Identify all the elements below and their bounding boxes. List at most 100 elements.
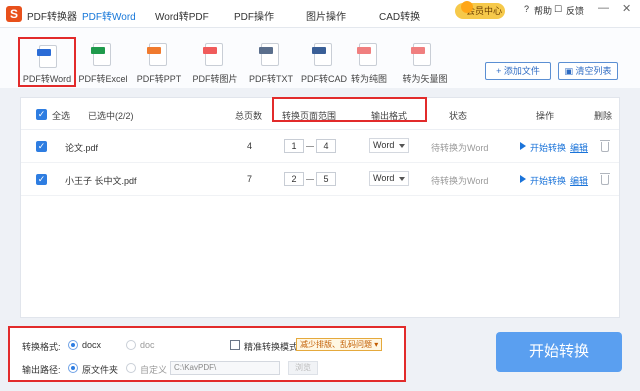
- trash-icon[interactable]: [600, 173, 610, 185]
- minimize-button[interactable]: —: [598, 2, 609, 14]
- app-logo-icon: S: [6, 6, 22, 22]
- row-checkbox[interactable]: ✓: [36, 141, 47, 152]
- pure-image-icon: [357, 43, 377, 66]
- status-text: 待转换为Word: [431, 143, 489, 153]
- options-panel: 转换格式: docx doc 精准转换模式 减少排版、乱码问题 ▾ 输出路径: …: [8, 326, 406, 382]
- precise-mode-label: 精准转换模式: [244, 342, 299, 352]
- feedback-icon[interactable]: ☐: [554, 4, 562, 15]
- source-folder-label: 原文件夹: [82, 365, 119, 375]
- tool-label: PDF转Word: [22, 74, 72, 84]
- tool-label: 转为矢量图: [402, 74, 448, 84]
- range-dash: [306, 179, 314, 180]
- tool-label: 转为纯图: [350, 74, 387, 84]
- page-count: 4: [247, 141, 253, 151]
- docx-radio[interactable]: [68, 340, 78, 350]
- doc-radio[interactable]: [126, 340, 136, 350]
- tool-label: PDF转PPT: [136, 74, 182, 84]
- help-link[interactable]: 帮助: [534, 4, 552, 17]
- start-convert-link[interactable]: 开始转换: [530, 174, 566, 187]
- file-name: 论文.pdf: [65, 143, 99, 153]
- table-header: ✓ 全选 已选中(2/2) 总页数 转换页面范围 输出格式 状态 操作 删除: [21, 98, 619, 130]
- source-folder-radio[interactable]: [68, 363, 78, 373]
- image-file-icon: [203, 43, 223, 66]
- select-all-checkbox[interactable]: ✓: [36, 109, 47, 120]
- col-status: 状态: [449, 111, 468, 121]
- output-path-label: 输出路径:: [22, 365, 61, 375]
- status-text: 待转换为Word: [431, 176, 489, 186]
- col-delete: 删除: [594, 111, 613, 121]
- range-to-input[interactable]: 5: [316, 172, 336, 186]
- tool-to-pure-image[interactable]: 转为纯图: [340, 37, 398, 87]
- range-from-input[interactable]: 2: [284, 172, 304, 186]
- chevron-down-icon: [399, 177, 405, 181]
- cad-file-icon: [312, 43, 332, 66]
- col-action: 操作: [536, 111, 555, 121]
- docx-label: docx: [82, 340, 102, 350]
- chevron-down-icon: [399, 144, 405, 148]
- format-label: 转换格式:: [22, 342, 61, 352]
- help-icon[interactable]: ?: [524, 4, 529, 14]
- output-format-select[interactable]: Word: [369, 171, 409, 186]
- range-to-input[interactable]: 4: [316, 139, 336, 153]
- tool-pdf-to-word[interactable]: PDF转Word: [18, 37, 76, 87]
- crown-icon: [461, 1, 473, 13]
- precise-mode-hint[interactable]: 减少排版、乱码问题 ▾: [296, 338, 383, 351]
- clear-list-label: 清空列表: [575, 66, 612, 76]
- precise-hint-text: 减少排版、乱码问题: [300, 340, 372, 349]
- table-row: ✓ 小王子 长中文.pdf 7 2 5 Word 待转换为Word 开始转换 编…: [21, 163, 619, 196]
- output-format-value: Word: [373, 140, 395, 150]
- output-path-input[interactable]: C:\KavPDF\: [170, 361, 280, 375]
- tab-pdf-operations[interactable]: PDF操作: [234, 8, 274, 23]
- clear-list-button[interactable]: ▣ 清空列表: [558, 62, 618, 80]
- custom-path-label: 自定义: [140, 365, 168, 375]
- browse-button[interactable]: 浏览: [288, 361, 318, 375]
- tool-label: PDF转TXT: [249, 74, 293, 84]
- select-all-label: 全选: [52, 111, 71, 121]
- range-dash: [306, 146, 314, 147]
- col-range: 转换页面范围: [282, 111, 337, 121]
- tool-label: PDF转图片: [192, 74, 238, 84]
- file-list-panel: ✓ 全选 已选中(2/2) 总页数 转换页面范围 输出格式 状态 操作 删除 ✓…: [20, 97, 620, 318]
- play-icon[interactable]: [520, 175, 526, 183]
- trash-icon: ▣: [564, 66, 576, 76]
- table-row: ✓ 论文.pdf 4 1 4 Word 待转换为Word 开始转换 编辑: [21, 130, 619, 163]
- custom-path-radio[interactable]: [126, 363, 136, 373]
- feedback-link[interactable]: 反馈: [566, 4, 584, 17]
- play-icon[interactable]: [520, 142, 526, 150]
- tool-pdf-to-image[interactable]: PDF转图片: [186, 37, 244, 87]
- col-pages: 总页数: [235, 111, 263, 121]
- tab-word-to-pdf[interactable]: Word转PDF: [155, 8, 209, 23]
- output-format-select[interactable]: Word: [369, 138, 409, 153]
- tab-pdf-to-word[interactable]: PDF转Word: [82, 8, 136, 30]
- doc-label: doc: [140, 340, 155, 350]
- file-name: 小王子 长中文.pdf: [65, 176, 137, 186]
- title-bar: S PDF转换器 PDF转Word Word转PDF PDF操作 图片操作 CA…: [0, 0, 640, 30]
- edit-link[interactable]: 编辑: [570, 141, 588, 154]
- tool-pdf-to-txt[interactable]: PDF转TXT: [242, 37, 300, 87]
- txt-file-icon: [259, 43, 279, 66]
- col-format: 输出格式: [371, 111, 408, 121]
- edit-link[interactable]: 编辑: [570, 174, 588, 187]
- tool-to-vector-image[interactable]: 转为矢量图: [394, 37, 456, 87]
- tab-cad-convert[interactable]: CAD转换: [379, 8, 420, 23]
- range-from-input[interactable]: 1: [284, 139, 304, 153]
- start-convert-link[interactable]: 开始转换: [530, 141, 566, 154]
- tool-pdf-to-ppt[interactable]: PDF转PPT: [130, 37, 188, 87]
- output-format-value: Word: [373, 173, 395, 183]
- selected-count: 已选中(2/2): [88, 111, 134, 121]
- tool-pdf-to-excel[interactable]: PDF转Excel: [74, 37, 132, 87]
- tab-pdf-converter[interactable]: PDF转换器: [27, 8, 77, 23]
- tab-image-operations[interactable]: 图片操作: [306, 8, 346, 23]
- row-checkbox[interactable]: ✓: [36, 174, 47, 185]
- add-file-button[interactable]: + 添加文件: [485, 62, 551, 80]
- vector-image-icon: [411, 43, 431, 66]
- precise-mode-checkbox[interactable]: [230, 340, 240, 350]
- start-convert-button[interactable]: 开始转换: [496, 332, 622, 372]
- close-button[interactable]: ✕: [622, 2, 631, 15]
- page-count: 7: [247, 174, 253, 184]
- trash-icon[interactable]: [600, 140, 610, 152]
- tool-label: PDF转Excel: [78, 74, 128, 84]
- excel-file-icon: [91, 43, 111, 66]
- word-file-icon: [37, 45, 57, 68]
- ppt-file-icon: [147, 43, 167, 66]
